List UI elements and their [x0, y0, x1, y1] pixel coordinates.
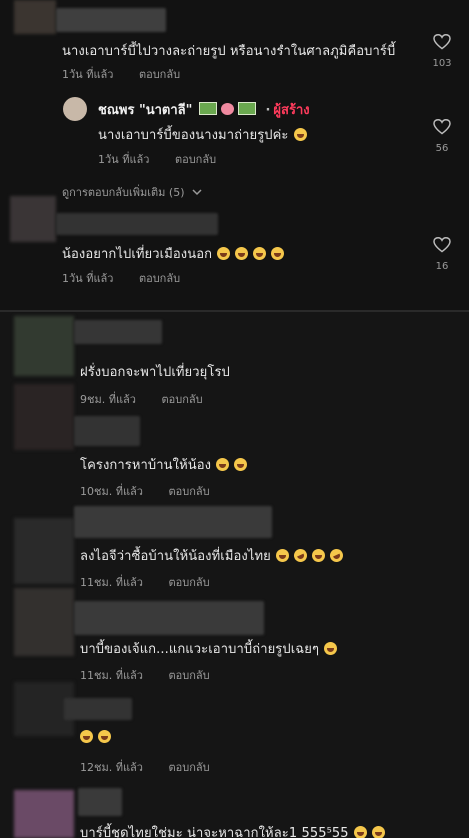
- comment-meta: 12ชม. ที่แล้ว ตอบกลับ: [80, 758, 232, 776]
- username-blurred[interactable]: [74, 320, 162, 344]
- pig-icon: [220, 103, 234, 115]
- reply-button[interactable]: ตอบกลับ: [168, 761, 209, 774]
- comment-text: นางเอาบาร์บี้ไปวางละถ่ายรูป หรือนางรำในศ…: [62, 44, 396, 59]
- comment-meta: 10ชม. ที่แล้ว ตอบกลับ: [80, 482, 232, 500]
- like-button[interactable]: 16: [427, 237, 457, 272]
- username-blurred[interactable]: [56, 8, 166, 32]
- comment-text: ลงไอจีว่าซื้อบ้านให้น้องที่เมืองไทย: [80, 545, 346, 566]
- grin-emoji-icon: [353, 826, 367, 838]
- reply-button[interactable]: ตอบกลับ: [139, 272, 180, 285]
- avatar[interactable]: [14, 790, 74, 838]
- username-blurred[interactable]: [56, 213, 218, 235]
- grin-emoji-icon: [80, 730, 93, 743]
- comment-text: [80, 730, 111, 745]
- reply-text: นางเอาบาร์บี้ของนางมาถ่ายรูปค่ะ: [98, 124, 307, 145]
- username-blurred[interactable]: [64, 698, 132, 720]
- creator-avatar[interactable]: [63, 97, 87, 121]
- like-count: 103: [432, 58, 452, 69]
- comment-text: น้องอยากไปเที่ยวเมืองนอก: [62, 243, 285, 264]
- heart-icon: [433, 119, 451, 135]
- comment-text: บาบี้ของเจ้แก...แกแวะเอาบาบี้ถ่ายรูปเฉยๆ: [80, 638, 338, 659]
- grin-emoji-icon: [275, 549, 289, 562]
- username-blurred[interactable]: [74, 601, 264, 635]
- grin-emoji-icon: [98, 730, 111, 743]
- avatar[interactable]: [14, 518, 74, 584]
- comment-meta: 11ชม. ที่แล้ว ตอบกลับ: [80, 573, 232, 591]
- comment-time: 11ชม. ที่แล้ว: [80, 576, 143, 589]
- reply-button[interactable]: ตอบกลับ: [175, 153, 216, 166]
- reply-time: 1วัน ที่แล้ว: [98, 153, 150, 166]
- comment-time: 1วัน ที่แล้ว: [62, 68, 114, 81]
- comment-time: 12ชม. ที่แล้ว: [80, 761, 143, 774]
- grin-emoji-icon: [235, 247, 249, 260]
- heart-icon: [433, 237, 451, 253]
- comment-time: 11ชม. ที่แล้ว: [80, 669, 143, 682]
- grin-emoji-icon: [311, 549, 325, 562]
- avatar[interactable]: [10, 196, 56, 242]
- rofl-emoji-icon: [291, 546, 310, 565]
- reply-button[interactable]: ตอบกลับ: [168, 576, 209, 589]
- like-button[interactable]: 103: [427, 34, 457, 69]
- comment-meta: 11ชม. ที่แล้ว ตอบกลับ: [80, 666, 232, 684]
- creator-name[interactable]: ชณพร "นาตาลี" · ผู้สร้าง: [98, 99, 310, 120]
- comment-time: 1วัน ที่แล้ว: [62, 272, 114, 285]
- grin-emoji-icon: [216, 458, 230, 471]
- comments-panel-top: นางเอาบาร์บี้ไปวางละถ่ายรูป หรือนางรำในศ…: [0, 0, 469, 310]
- username-blurred[interactable]: [74, 416, 140, 446]
- avatar[interactable]: [14, 588, 74, 656]
- comment-text: บาร์บี้ชุดไทยใช่มะ น่าจะหาฉากให้ละ1 555⁵…: [80, 822, 385, 838]
- rofl-emoji-icon: [327, 546, 346, 565]
- grin-emoji-icon: [293, 128, 307, 141]
- creator-label: ผู้สร้าง: [273, 103, 310, 118]
- avatar[interactable]: [14, 384, 74, 450]
- reply-button[interactable]: ตอบกลับ: [139, 68, 180, 81]
- reply-meta: 1วัน ที่แล้ว ตอบกลับ: [98, 150, 238, 168]
- avatar[interactable]: [14, 0, 56, 34]
- chevron-down-icon: [192, 189, 202, 196]
- reply-button[interactable]: ตอบกลับ: [168, 669, 209, 682]
- like-count: 56: [435, 143, 449, 154]
- comment-meta: 1วัน ที่แล้ว ตอบกลับ: [62, 269, 202, 287]
- comment-text: ฝรั่งบอกจะพาไปเที่ยวยุโรป: [80, 365, 230, 380]
- username-blurred[interactable]: [74, 506, 272, 538]
- reply-button[interactable]: ตอบกลับ: [168, 485, 209, 498]
- username-blurred[interactable]: [78, 788, 122, 816]
- grin-emoji-icon: [234, 458, 248, 471]
- money-icon: [198, 102, 217, 115]
- reply-button[interactable]: ตอบกลับ: [161, 393, 202, 406]
- comment-text: โครงการหาบ้านให้น้อง: [80, 454, 248, 475]
- grin-emoji-icon: [371, 826, 385, 838]
- grin-emoji-icon: [217, 247, 231, 260]
- comment-time: 10ชม. ที่แล้ว: [80, 485, 143, 498]
- grin-emoji-icon: [324, 642, 338, 655]
- comments-panel-bottom: ฝรั่งบอกจะพาไปเที่ยวยุโรป 9ชม. ที่แล้ว ต…: [0, 312, 469, 838]
- comment-meta: 9ชม. ที่แล้ว ตอบกลับ: [80, 390, 225, 408]
- like-button[interactable]: 56: [427, 119, 457, 154]
- comment-time: 9ชม. ที่แล้ว: [80, 393, 136, 406]
- heart-icon: [433, 34, 451, 50]
- like-count: 16: [435, 261, 449, 272]
- money-icon: [237, 102, 256, 115]
- comment-meta: 1วัน ที่แล้ว ตอบกลับ: [62, 65, 202, 83]
- grin-emoji-icon: [271, 247, 285, 260]
- view-more-replies[interactable]: ดูการตอบกลับเพิ่มเติม (5): [62, 183, 202, 201]
- grin-emoji-icon: [253, 247, 267, 260]
- avatar[interactable]: [14, 316, 74, 376]
